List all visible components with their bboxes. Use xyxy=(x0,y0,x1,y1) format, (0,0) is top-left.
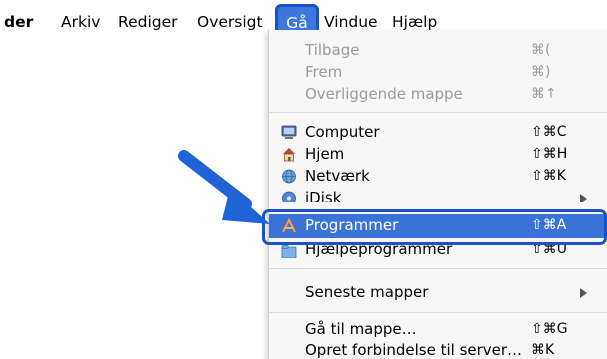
menu-item-shortcut: ⌘( xyxy=(531,42,551,58)
menu-item-label: Gå til mappe… xyxy=(305,320,417,338)
submenu-arrow-icon xyxy=(580,194,587,202)
menu-item-tilbage[interactable]: Tilbage ⌘( xyxy=(269,40,607,61)
menu-item-hjaelpeprogrammer[interactable]: Hjælpeprogrammer ⇧⌘U xyxy=(269,244,607,258)
idisk-icon xyxy=(281,191,297,202)
menu-item-shortcut: ⌘) xyxy=(531,64,551,80)
menubar-item-arkiv[interactable]: Arkiv xyxy=(61,12,100,32)
menu-item-shortcut: ⌘K xyxy=(531,342,555,358)
computer-icon xyxy=(281,125,297,140)
menubar-item-hjaelp[interactable]: Hjælp xyxy=(392,12,437,32)
menu-item-idisk[interactable]: iDisk xyxy=(269,188,607,202)
menu-item-label: iDisk xyxy=(305,189,342,202)
menu-item-label: Frem xyxy=(305,63,343,81)
menu-separator xyxy=(269,312,607,313)
menu-item-shortcut: ⇧⌘U xyxy=(531,244,567,257)
menu-item-shortcut: ⇧⌘K xyxy=(531,168,566,184)
menu-item-shortcut: ⇧⌘G xyxy=(531,321,568,337)
menu-item-hjem[interactable]: Hjem ⇧⌘H xyxy=(269,144,607,165)
home-icon xyxy=(281,147,297,162)
programmer-callout-frame xyxy=(262,209,607,245)
menu-item-label: Hjem xyxy=(305,145,345,163)
menu-item-computer[interactable]: Computer ⇧⌘C xyxy=(269,122,607,143)
menu-item-label: Opret forbindelse til server… xyxy=(305,341,523,359)
go-menu: Tilbage ⌘( Frem ⌘) Overliggende mappe ⌘↑… xyxy=(268,30,607,359)
menu-item-label: Tilbage xyxy=(305,41,360,59)
menubar-item-vindue[interactable]: Vindue xyxy=(324,12,378,32)
submenu-arrow-icon xyxy=(580,288,587,298)
menu-item-label: Seneste mapper xyxy=(305,283,429,301)
menu-item-label: Overliggende mappe xyxy=(305,85,463,103)
menu-item-opret-forbindelse[interactable]: Opret forbindelse til server… ⌘K xyxy=(269,340,607,359)
menu-separator xyxy=(269,268,607,269)
menu-item-seneste-mapper[interactable]: Seneste mapper xyxy=(269,282,607,303)
menu-item-shortcut: ⇧⌘C xyxy=(531,124,567,140)
menu-item-label: Netværk xyxy=(305,167,370,185)
menu-item-shortcut: ⌘↑ xyxy=(531,86,557,102)
menu-separator xyxy=(269,112,607,113)
menu-item-label: Hjælpeprogrammer xyxy=(305,244,453,258)
menu-item-shortcut: ⇧⌘H xyxy=(531,146,568,162)
menubar-item-finder[interactable]: der xyxy=(4,12,33,32)
utilities-folder-icon xyxy=(281,244,297,258)
menubar-item-rediger[interactable]: Rediger xyxy=(118,12,178,32)
menubar-item-oversigt[interactable]: Oversigt xyxy=(197,12,263,32)
menu-item-label: Computer xyxy=(305,123,380,141)
network-icon xyxy=(281,169,297,184)
menu-item-frem[interactable]: Frem ⌘) xyxy=(269,62,607,83)
menu-item-overliggende-mappe[interactable]: Overliggende mappe ⌘↑ xyxy=(269,84,607,105)
menu-item-netvaerk[interactable]: Netværk ⇧⌘K xyxy=(269,166,607,187)
pointer-arrow-icon xyxy=(178,150,270,224)
menu-item-ga-til-mappe[interactable]: Gå til mappe… ⇧⌘G xyxy=(269,319,607,340)
